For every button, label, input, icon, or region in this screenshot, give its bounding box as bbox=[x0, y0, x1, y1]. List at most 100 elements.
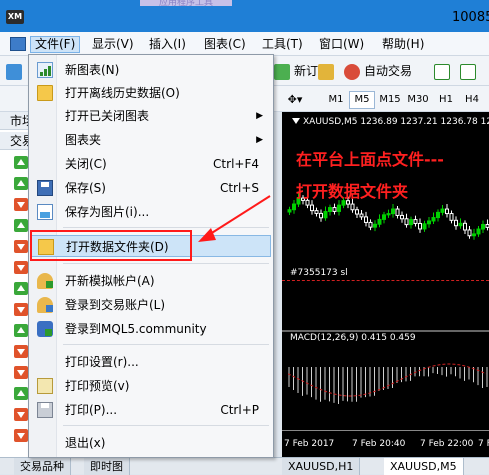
candle-body bbox=[422, 223, 427, 230]
macd-label: MACD(12,26,9) 0.415 0.459 bbox=[290, 333, 416, 343]
menu-item-login-trade-account[interactable]: 登录到交易账户(L) bbox=[31, 294, 271, 316]
menu-item-save-as-picture[interactable]: 保存为图片(i)... bbox=[31, 201, 271, 223]
candle-body bbox=[409, 219, 413, 226]
printer-icon bbox=[37, 402, 53, 418]
candle-body bbox=[386, 213, 391, 216]
annotation-line-2: 打开数据文件夹 bbox=[296, 182, 409, 201]
time-axis: 7 Feb 2017 7 Feb 20:40 7 Feb 22:00 7 Feb bbox=[282, 430, 489, 457]
up-arrow-icon bbox=[14, 324, 28, 337]
system-menu-icon[interactable] bbox=[10, 37, 26, 51]
candle-body bbox=[310, 204, 314, 212]
menu-item-print[interactable]: 打印(P)... Ctrl+P bbox=[31, 399, 271, 421]
time-label: 7 Feb bbox=[478, 439, 489, 449]
menu-item-exit[interactable]: 退出(x) bbox=[31, 432, 271, 454]
down-arrow-icon bbox=[14, 261, 28, 274]
menu-item-open-demo-account[interactable]: 开新模拟帐户(A) bbox=[31, 270, 271, 292]
candle-body bbox=[373, 223, 377, 228]
menu-insert[interactable]: 插入(I) bbox=[145, 36, 190, 53]
candle-body bbox=[400, 214, 404, 220]
annotation-line-1: 在平台上面点文件--- bbox=[296, 150, 444, 169]
candle-body bbox=[481, 224, 485, 230]
bar-chart-button[interactable] bbox=[434, 60, 454, 82]
tab-symbols[interactable]: 交易品种 bbox=[14, 458, 71, 475]
time-label: 7 Feb 22:00 bbox=[420, 439, 474, 449]
up-arrow-icon bbox=[14, 219, 28, 232]
candle-body bbox=[395, 208, 400, 216]
time-label: 7 Feb 2017 bbox=[284, 439, 335, 449]
candle-body bbox=[292, 203, 296, 211]
menu-item-open-offline[interactable]: 打开离线历史数据(O) bbox=[31, 82, 271, 104]
save-icon bbox=[37, 180, 53, 196]
bar-chart-icon bbox=[434, 63, 450, 80]
down-arrow-icon bbox=[14, 240, 28, 253]
down-arrow-icon bbox=[14, 198, 28, 211]
up-arrow-icon bbox=[14, 282, 28, 295]
timeframe-h1[interactable]: H1 bbox=[433, 91, 459, 109]
candle-body bbox=[391, 208, 395, 215]
menu-separator bbox=[63, 227, 269, 228]
title-bar: XM 应用程序工具 10085 bbox=[0, 0, 489, 32]
menu-item-new-chart[interactable]: 新图表(N) bbox=[31, 59, 271, 81]
auto-trading-button[interactable]: 自动交易 bbox=[344, 60, 412, 82]
down-arrow-icon bbox=[14, 366, 28, 379]
up-arrow-icon bbox=[14, 387, 28, 400]
add-account-icon bbox=[37, 273, 53, 289]
print-preview-icon bbox=[37, 378, 53, 394]
candle-body bbox=[431, 217, 436, 222]
menu-item-close[interactable]: 关闭(C) Ctrl+F4 bbox=[31, 153, 271, 175]
timeframe-m5[interactable]: M5 bbox=[349, 91, 375, 109]
menu-separator bbox=[63, 344, 269, 345]
new-chart-icon bbox=[37, 62, 53, 78]
stop-loss-line[interactable] bbox=[282, 280, 489, 281]
candle-body bbox=[463, 222, 467, 231]
gold-toolbar-button[interactable] bbox=[318, 60, 338, 82]
menu-item-print-setup[interactable]: 打印设置(r)... bbox=[31, 351, 271, 373]
down-arrow-icon bbox=[14, 303, 28, 316]
timeframe-m15[interactable]: M15 bbox=[377, 91, 403, 109]
menu-item-save[interactable]: 保存(S) Ctrl+S bbox=[31, 177, 271, 199]
candle-chart-button[interactable] bbox=[460, 60, 480, 82]
candle-body bbox=[328, 207, 332, 213]
menu-separator bbox=[63, 263, 269, 264]
menu-item-profiles[interactable]: 图表夹 ▶ bbox=[31, 129, 271, 151]
window-title: 10085 bbox=[452, 10, 489, 25]
menu-item-print-preview[interactable]: 打印预览(v) bbox=[31, 375, 271, 397]
menu-file[interactable]: 文件(F) bbox=[30, 36, 81, 53]
menu-help[interactable]: 帮助(H) bbox=[378, 36, 428, 53]
indicator-separator[interactable] bbox=[282, 330, 489, 332]
auto-trading-icon bbox=[344, 63, 360, 80]
menu-item-login-mql5[interactable]: 登录到MQL5.community bbox=[31, 318, 271, 340]
tab-tick-chart[interactable]: 即时图 bbox=[84, 458, 130, 475]
submenu-arrow-icon: ▶ bbox=[256, 135, 263, 145]
menu-view[interactable]: 显示(V) bbox=[88, 36, 138, 53]
candle-body bbox=[454, 219, 458, 227]
timeframe-h4[interactable]: H4 bbox=[459, 91, 485, 109]
candle-body bbox=[467, 229, 472, 237]
candle-body bbox=[332, 207, 337, 212]
menu-window[interactable]: 窗口(W) bbox=[315, 36, 368, 53]
candle-body bbox=[413, 219, 418, 224]
candle-body bbox=[368, 221, 373, 228]
menu-tools[interactable]: 工具(T) bbox=[258, 36, 307, 53]
app-tools-tab[interactable]: 应用程序工具 bbox=[140, 0, 232, 6]
candle-body bbox=[314, 210, 319, 214]
chart-ohlc-label: XAUUSD,M5 1236.89 1237.21 1236.78 1237. bbox=[292, 117, 489, 127]
candle-body bbox=[449, 213, 454, 221]
candle-body bbox=[364, 216, 368, 223]
candle-body bbox=[458, 222, 463, 227]
open-folder-icon bbox=[37, 85, 53, 101]
candle-body bbox=[436, 211, 440, 219]
time-label: 7 Feb 20:40 bbox=[352, 439, 406, 449]
timeframe-m30[interactable]: M30 bbox=[405, 91, 431, 109]
menu-item-open-closed-chart[interactable]: 打开已关闭图表 ▶ bbox=[31, 105, 271, 127]
tab-xauusd-h1[interactable]: XAUUSD,H1 bbox=[282, 458, 361, 475]
timeframe-m1[interactable]: M1 bbox=[323, 91, 349, 109]
draw-tools-dropdown[interactable]: ✥▾ bbox=[282, 91, 308, 109]
candle-body bbox=[355, 209, 359, 215]
candle-body bbox=[377, 218, 382, 225]
stop-loss-label: #7355173 sl bbox=[290, 268, 348, 278]
new-chart-toolbar-button[interactable] bbox=[6, 60, 26, 82]
picture-icon bbox=[37, 204, 53, 220]
menu-charts[interactable]: 图表(C) bbox=[200, 36, 250, 53]
tab-xauusd-m5[interactable]: XAUUSD,M5 bbox=[384, 458, 464, 475]
